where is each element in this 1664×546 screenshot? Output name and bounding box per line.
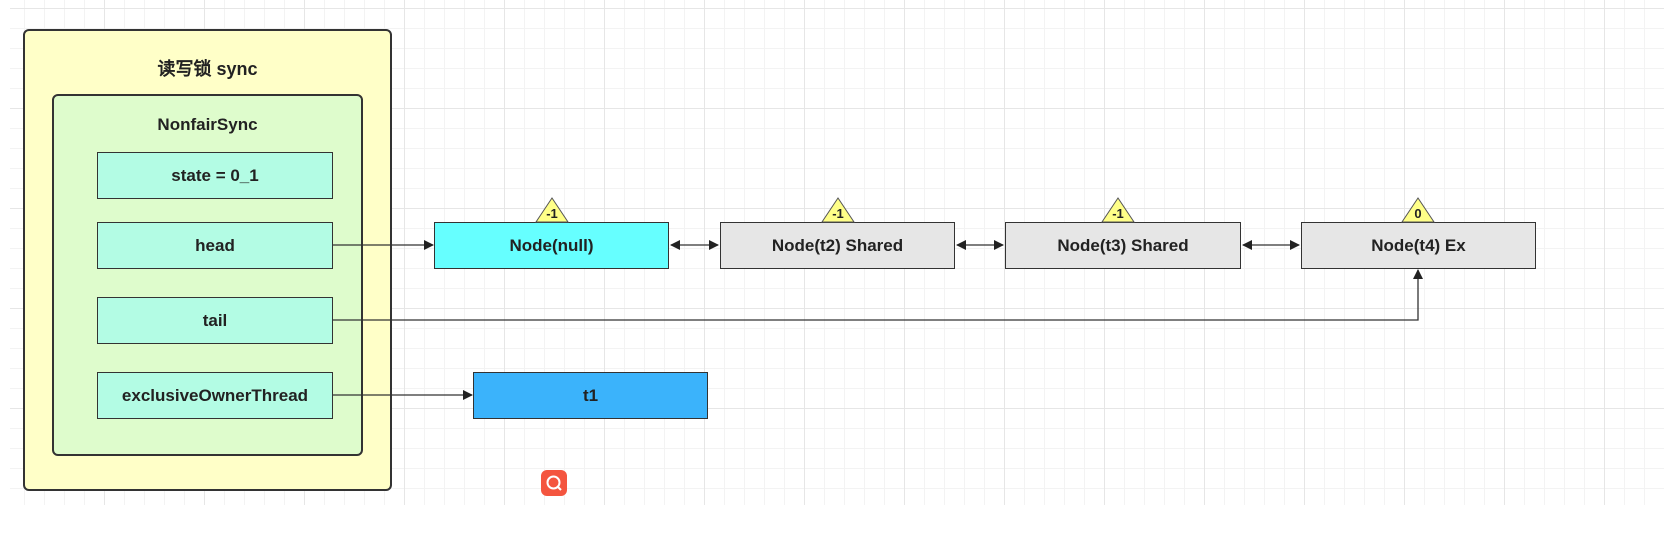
search-badge[interactable] — [541, 470, 567, 496]
tail-arrow — [333, 269, 1423, 321]
search-icon — [546, 475, 562, 491]
connectors — [333, 240, 1423, 400]
